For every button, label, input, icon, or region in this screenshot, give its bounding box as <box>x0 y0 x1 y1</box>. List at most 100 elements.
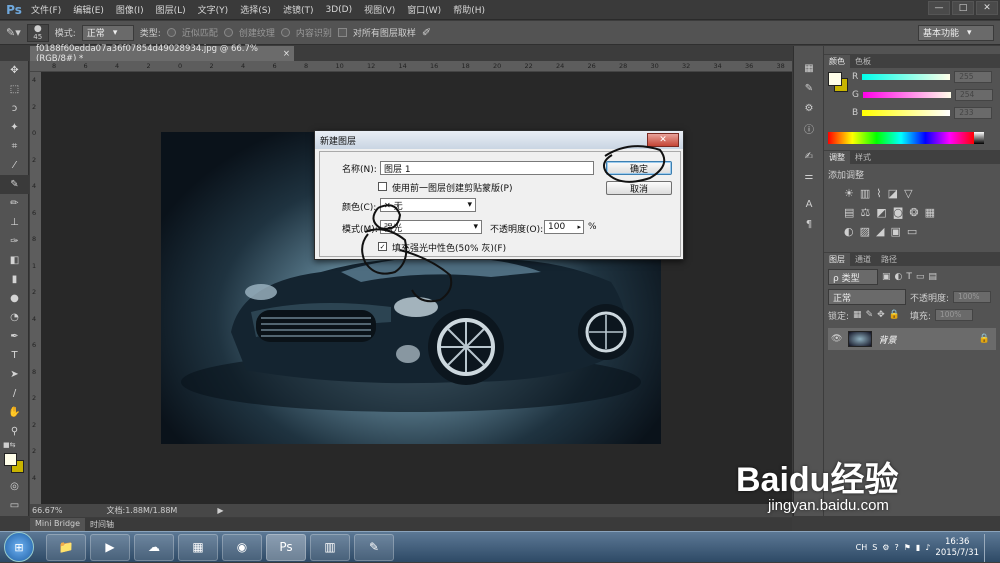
layer-row-background[interactable]: 👁 背景 🔒 <box>828 328 996 350</box>
maximize-button[interactable]: □ <box>952 1 974 15</box>
screen-mode-icon[interactable]: ▭ <box>0 496 29 515</box>
history-brush-tool-icon[interactable]: ✑ <box>0 232 29 251</box>
tab-paths[interactable]: 路径 <box>876 253 902 266</box>
photo-filter-icon[interactable]: ◙ <box>893 206 904 219</box>
color-lookup-icon[interactable]: ▦ <box>925 206 935 219</box>
opacity-value[interactable]: 100% <box>953 291 992 303</box>
paint-taskbar-icon[interactable]: ✎ <box>354 533 394 561</box>
blue-slider[interactable] <box>862 110 951 116</box>
network-icon[interactable]: ▮ <box>916 543 920 552</box>
brush-panel-icon[interactable]: ✎ <box>794 78 824 98</box>
menu-file[interactable]: 文件(F) <box>25 3 67 16</box>
color-balance-icon[interactable]: ⚖ <box>860 206 870 219</box>
tab-color[interactable]: 颜色 <box>824 55 850 68</box>
lock-pixels-icon[interactable]: ▦ <box>853 310 862 320</box>
color-spectrum-bar[interactable] <box>828 132 974 144</box>
panel-foreground-swatch[interactable] <box>828 72 842 86</box>
info-panel-icon[interactable]: ⓘ <box>794 118 824 138</box>
opacity-arrow-icon[interactable]: ▸ <box>577 223 581 231</box>
brightness-icon[interactable]: ☀ <box>844 187 854 200</box>
close-window-button[interactable]: ✕ <box>976 1 998 15</box>
menu-type[interactable]: 文字(Y) <box>192 3 235 16</box>
tab-styles[interactable]: 样式 <box>850 151 876 164</box>
radio-texture[interactable] <box>223 28 233 37</box>
neutral-fill-checkbox[interactable]: ✓ <box>378 242 387 251</box>
text-tool-icon[interactable]: T <box>0 346 29 365</box>
menu-edit[interactable]: 编辑(E) <box>67 3 110 16</box>
lasso-tool-icon[interactable]: ↄ <box>0 99 29 118</box>
exposure-icon[interactable]: ◪ <box>888 187 898 200</box>
start-button[interactable]: ⊞ <box>4 532 34 562</box>
curves-icon[interactable]: ⌇ <box>876 187 881 200</box>
hand-tool-icon[interactable]: ✋ <box>0 403 29 422</box>
red-value[interactable]: 255 <box>954 71 993 83</box>
filter-shape-icon[interactable]: ▭ <box>916 272 925 282</box>
workspace-select[interactable]: 基本功能 ▾ <box>918 24 994 41</box>
layer-filter-select[interactable]: ρ 类型 <box>828 269 878 285</box>
levels-icon[interactable]: ▥ <box>860 187 870 200</box>
menu-view[interactable]: 视图(V) <box>358 3 401 16</box>
radio-content-aware[interactable] <box>280 28 290 37</box>
name-input[interactable]: 图层 1 <box>380 161 594 175</box>
menu-window[interactable]: 窗口(W) <box>401 3 447 16</box>
cancel-button[interactable]: 取消 <box>606 181 672 195</box>
fill-value[interactable]: 100% <box>934 309 973 321</box>
help-icon[interactable]: ? <box>894 543 898 552</box>
tab-channels[interactable]: 通道 <box>850 253 876 266</box>
layer-name[interactable]: 背景 <box>878 333 896 346</box>
foreground-color-swatch[interactable] <box>4 453 17 466</box>
blue-value[interactable]: 233 <box>954 107 993 119</box>
tool-presets-icon[interactable]: ⚌ <box>794 166 824 186</box>
tab-adjustments[interactable]: 调整 <box>824 151 850 164</box>
paragraph-panel-icon[interactable]: ¶ <box>794 214 824 234</box>
channel-mixer-icon[interactable]: ❂ <box>909 206 918 219</box>
green-value[interactable]: 254 <box>954 89 993 101</box>
crop-tool-icon[interactable]: ⌗ <box>0 137 29 156</box>
brush-tool-icon[interactable]: ✏ <box>0 194 29 213</box>
marquee-tool-icon[interactable]: ⬚ <box>0 80 29 99</box>
tab-timeline[interactable]: 时间轴 <box>85 518 119 531</box>
menu-help[interactable]: 帮助(H) <box>447 3 491 16</box>
tab-layers[interactable]: 图层 <box>824 253 850 266</box>
menu-filter[interactable]: 滤镜(T) <box>277 3 320 16</box>
visibility-eye-icon[interactable]: 👁 <box>831 334 842 344</box>
menu-select[interactable]: 选择(S) <box>234 3 277 16</box>
threshold-icon[interactable]: ◢ <box>876 225 884 238</box>
photoshop-taskbar-icon[interactable]: Ps <box>266 533 306 561</box>
tab-mini-bridge[interactable]: Mini Bridge <box>30 518 86 531</box>
color-swatches[interactable] <box>0 451 28 477</box>
volume-icon[interactable]: ♪ <box>925 543 930 552</box>
pressure-icon[interactable]: ✐ <box>422 26 431 39</box>
lock-brush-icon[interactable]: ✎ <box>866 310 874 320</box>
vibrance-icon[interactable]: ▽ <box>904 187 912 200</box>
invert-icon[interactable]: ◐ <box>844 225 854 238</box>
explorer-taskbar-icon[interactable]: 📁 <box>46 533 86 561</box>
zoom-level[interactable]: 66.67% <box>32 506 63 515</box>
document-tab[interactable]: f0188f60edda07a36f07854d49028934.jpg @ 6… <box>30 44 294 64</box>
bookmark-taskbar-icon[interactable]: ▥ <box>310 533 350 561</box>
flag-icon[interactable]: ⚑ <box>904 543 911 552</box>
filter-type-icon[interactable]: T <box>906 272 912 282</box>
sogou-icon[interactable]: S <box>872 543 877 552</box>
red-slider[interactable] <box>862 74 951 80</box>
browser-taskbar-icon[interactable]: ◉ <box>222 533 262 561</box>
media-player-taskbar-icon[interactable]: ▶ <box>90 533 130 561</box>
white-black-ramp[interactable] <box>974 132 984 144</box>
character-panel-icon[interactable]: A <box>794 194 824 214</box>
opacity-input[interactable]: 100 ▸ <box>544 220 584 234</box>
cloud-taskbar-icon[interactable]: ☁ <box>134 533 174 561</box>
filter-pixel-icon[interactable]: ▣ <box>882 272 891 282</box>
minimize-button[interactable]: — <box>928 1 950 15</box>
input-language[interactable]: CH <box>856 543 868 552</box>
magic-wand-tool-icon[interactable]: ✦ <box>0 118 29 137</box>
hue-saturation-icon[interactable]: ▤ <box>844 206 854 219</box>
settings-icon[interactable]: ⚙ <box>882 543 889 552</box>
zoom-tool-icon[interactable]: ⚲ <box>0 422 29 441</box>
mode-select[interactable]: 正常 ▾ <box>81 24 134 41</box>
tab-swatches[interactable]: 色板 <box>850 55 876 68</box>
filter-smart-icon[interactable]: ▤ <box>928 272 937 282</box>
clock[interactable]: 16:36 2015/7/31 <box>935 537 979 559</box>
properties-panel-icon[interactable]: ⚙ <box>794 98 824 118</box>
radio-proximity[interactable] <box>166 28 176 37</box>
default-colors-icon[interactable]: ■⇆ <box>0 441 28 451</box>
